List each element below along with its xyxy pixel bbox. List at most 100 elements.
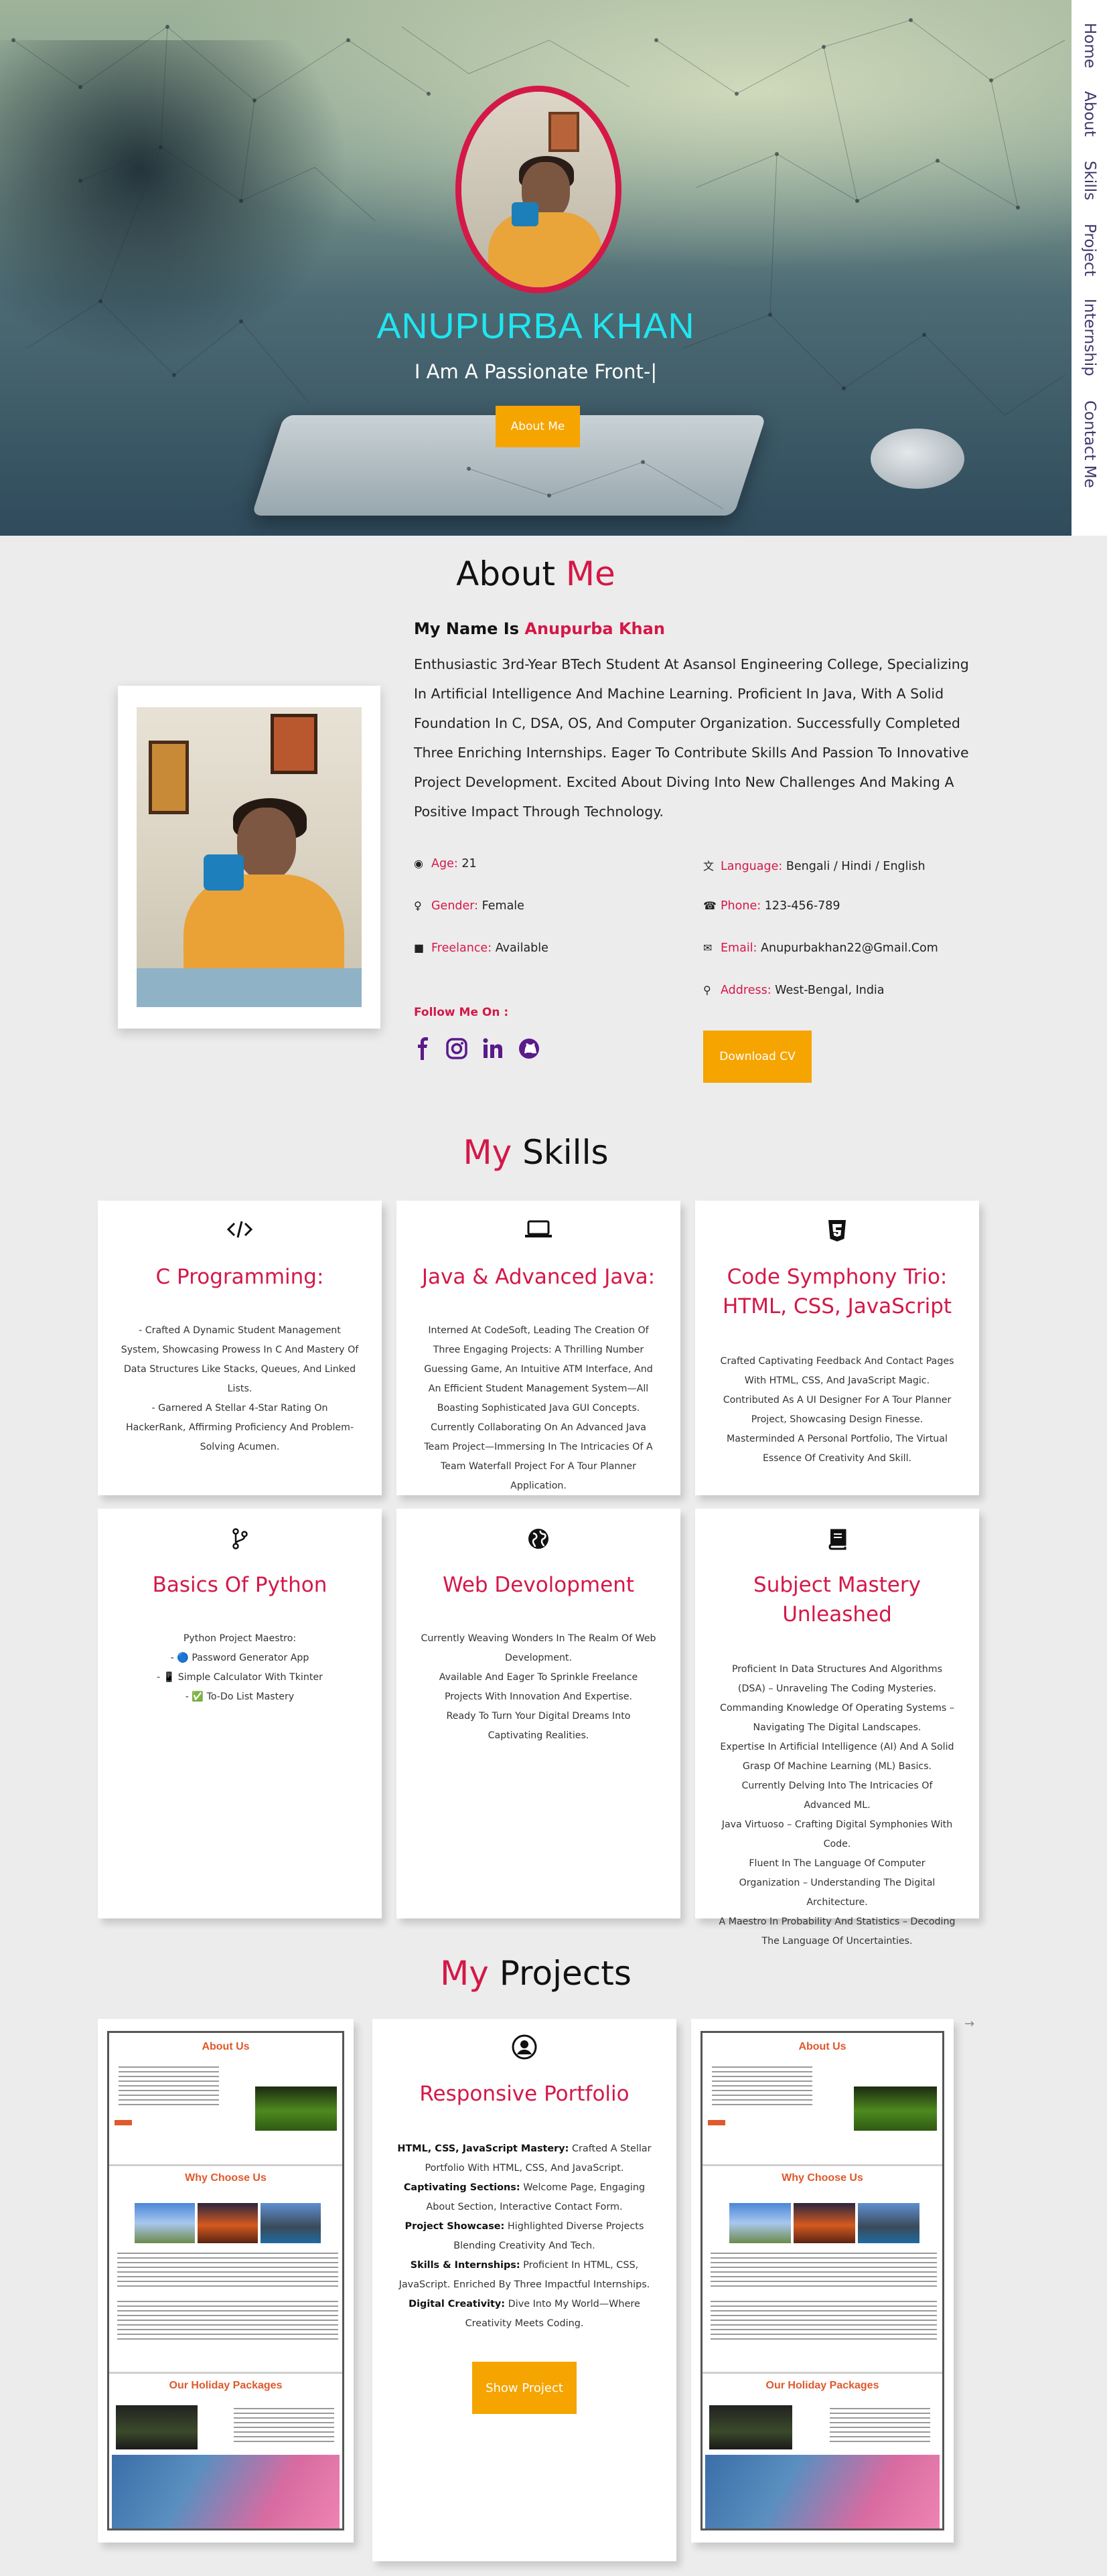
code-icon [98,1219,382,1246]
skill-card-python: Basics Of Python Python Project Maestro:… [98,1509,382,1918]
screenshot-heading: About Us [202,2041,250,2052]
info-age-label: Age: [431,857,458,870]
info-freelance-label: Freelance: [431,941,492,955]
about-title-accent: Me [565,554,615,593]
skill-card-body: - Crafted A Dynamic Student Management S… [121,1321,359,1457]
project-card-screenshot-left[interactable]: About Us Why Choose Us Our Holiday Packa… [98,2019,354,2543]
phone-icon: ☎ [703,899,717,912]
hero-section: ANUPURBA KHAN I Am A Passionate Front-| … [0,0,1072,536]
hero-name: ANUPURBA KHAN [376,306,695,346]
skill-card-body: Currently Weaving Wonders In The Realm O… [419,1629,658,1746]
skill-card-line: - 🔵 Password Generator App [170,1653,309,1663]
about-title-text: About [456,554,566,593]
side-navigation: Home About Skills Project Internship Con… [1072,0,1107,536]
skill-card-title: Subject Mastery Unleashed [753,1573,921,1626]
facebook-icon[interactable] [411,1037,435,1061]
skill-card-line: Interned At CodeSoft, Leading The Creati… [424,1325,653,1491]
nav-item-about[interactable]: About [1081,91,1098,137]
projects-section-title: My Projects [0,1954,1072,1993]
info-phone-label: Phone: [721,899,761,913]
skill-card-subject-mastery: Subject Mastery Unleashed Proficient In … [695,1509,979,1947]
project-item-label: Digital Creativity: [409,2299,506,2309]
skills-section-title: My Skills [0,1133,1072,1172]
project-item-label: HTML, CSS, JavaScript Mastery: [397,2143,569,2154]
language-icon: 文 [703,860,715,873]
skill-card-line: Contributed As A UI Designer For A Tour … [723,1395,952,1425]
skill-card-web-development: Web Devolopment Currently Weaving Wonder… [396,1509,680,1918]
skill-card-body: Python Project Maestro: - 🔵 Password Gen… [121,1629,359,1707]
about-name-line: My Name Is Anupurba Khan [414,619,665,638]
skill-card-title: C Programming: [155,1265,324,1289]
info-gender-value: Female [482,899,524,913]
info-phone-value: 123-456-789 [764,899,840,913]
info-language-label: Language: [721,860,783,873]
project-card-title: Responsive Portfolio [419,2082,630,2106]
skill-card-line: Python Project Maestro: [183,1633,297,1644]
skill-card-java: Java & Advanced Java: Interned At CodeSo… [396,1201,680,1495]
about-profile-photo [137,707,362,1007]
envelope-icon: ✉ [703,941,713,954]
screenshot-heading: Why Choose Us [185,2172,267,2184]
nav-item-project[interactable]: Project [1081,224,1098,277]
about-section-title: About Me [0,554,1072,593]
skill-card-title: Basics Of Python [152,1573,327,1597]
skill-card-line: - 📱 Simple Calculator With Tkinter [157,1672,323,1683]
info-address-label: Address: [721,984,771,997]
screenshot-heading: Our Holiday Packages [169,2380,283,2391]
venus-icon: ♀ [414,899,422,912]
info-address-value: West-Bengal, India [775,984,885,997]
info-address: ⚲ Address: West-Bengal, India [703,984,885,997]
info-freelance-value: Available [495,941,548,955]
skills-title-accent: My [463,1133,512,1172]
project-item-label: Captivating Sections: [403,2182,520,2193]
project-item-label: Project Showcase: [404,2221,505,2232]
skill-card-line: Expertise In Artificial Intelligence (AI… [720,1742,954,1772]
skill-card-line: A Maestro In Probability And Statistics … [719,1916,956,1947]
instagram-icon[interactable] [445,1037,469,1061]
info-email-value: Anupurbakhan22@Gmail.Com [761,941,938,955]
skill-card-line: - Crafted A Dynamic Student Management S… [121,1325,359,1394]
info-language-value: Bengali / Hindi / English [786,860,926,873]
info-age-value: 21 [461,857,477,870]
project-item-label: Skills & Internships: [410,2260,520,2271]
project-screenshot: About Us Why Choose Us Our Holiday Packa… [107,2031,344,2530]
github-icon[interactable] [517,1037,541,1061]
about-name: Anupurba Khan [524,619,665,638]
project-item: Skills & Internships: Proficient In HTML… [395,2256,654,2295]
download-cv-button[interactable]: Download CV [703,1031,812,1083]
skill-card-title: Java & Advanced Java: [421,1265,656,1289]
follow-me-label: Follow Me On : [414,1006,509,1019]
skill-card-line: Fluent In The Language Of Computer Organ… [739,1858,936,1908]
nav-item-internship[interactable]: Internship [1081,299,1098,376]
info-gender-label: Gender: [431,899,479,913]
book-icon [695,1527,979,1554]
about-me-button[interactable]: About Me [496,406,580,447]
project-item: Captivating Sections: Welcome Page, Enga… [395,2178,654,2217]
hero-profile-photo [455,86,621,293]
code-branch-icon [98,1527,382,1554]
skill-card-line: Commanding Knowledge Of Operating System… [720,1703,954,1733]
project-card-screenshot-right[interactable]: About Us Why Choose Us Our Holiday Packa… [691,2019,954,2543]
hero-tagline: I Am A Passionate Front-| [414,360,658,383]
skill-card-line: Currently Delving Into The Intricacies O… [741,1781,933,1811]
name-prefix: My Name Is [414,619,525,638]
skill-card-title: Web Devolopment [442,1573,635,1597]
html5-icon [695,1219,979,1246]
skill-card-line: Ready To Turn Your Digital Dreams Into C… [446,1711,631,1741]
carousel-next-arrow[interactable]: → [964,2017,974,2031]
nav-item-contact-me[interactable]: Contact Me [1081,400,1098,488]
project-item: Project Showcase: Highlighted Diverse Pr… [395,2217,654,2256]
globe-icon [396,1527,680,1554]
show-project-button[interactable]: Show Project [472,2362,577,2414]
map-marker-icon: ⚲ [703,984,711,996]
project-item: Digital Creativity: Dive Into My World—W… [395,2295,654,2334]
nav-item-home[interactable]: Home [1081,23,1098,68]
laptop-icon [396,1219,680,1246]
skill-card-body: Interned At CodeSoft, Leading The Creati… [419,1321,658,1496]
linkedin-icon[interactable] [481,1037,505,1061]
about-photo-card [118,686,380,1029]
skill-card-c-programming: C Programming: - Crafted A Dynamic Stude… [98,1201,382,1495]
nav-item-skills[interactable]: Skills [1081,161,1098,200]
project-item: HTML, CSS, JavaScript Mastery: Crafted A… [395,2139,654,2178]
screenshot-heading: Why Choose Us [782,2172,863,2184]
